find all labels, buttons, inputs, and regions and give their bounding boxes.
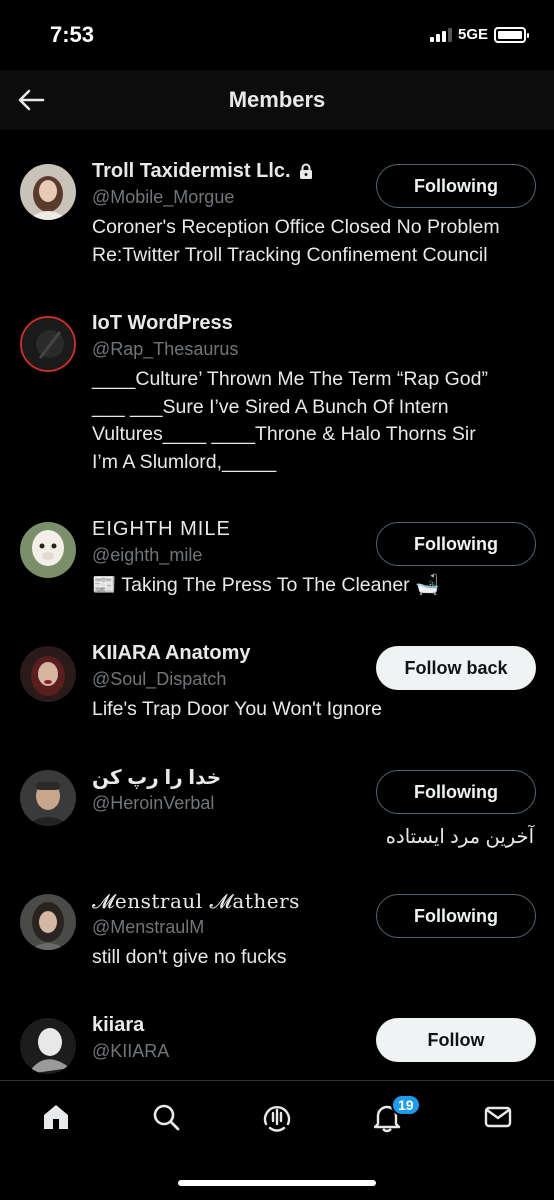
member-bio: 📰 Taking The Press To The Cleaner 🛁 (92, 574, 440, 596)
search-icon[interactable] (148, 1099, 184, 1135)
following-button[interactable]: Following (376, 164, 536, 208)
follow-back-button[interactable]: Follow back (376, 646, 536, 690)
member-bio: آخرین مرد ایستاده (385, 826, 534, 848)
avatar[interactable] (20, 894, 76, 950)
members-list: Troll Taxidermist Llc. @Mobile_Morgue Co… (0, 130, 554, 1080)
member-name[interactable]: IoT WordPress (92, 310, 536, 336)
status-bar: 7:53 5GE (0, 0, 554, 70)
network-type: 5GE (457, 26, 488, 43)
status-time: 7:53 (50, 22, 95, 47)
member-name[interactable]: خدا را رپ کن (92, 764, 221, 790)
spaces-icon[interactable] (259, 1099, 295, 1135)
signal-icon (429, 27, 452, 42)
avatar[interactable] (20, 522, 76, 578)
following-button[interactable]: Following (376, 770, 536, 814)
avatar[interactable] (20, 770, 76, 826)
messages-icon[interactable] (480, 1099, 516, 1135)
member-bio: still don't give no fucks (92, 946, 287, 968)
following-button[interactable]: Following (376, 894, 536, 938)
avatar[interactable] (20, 316, 76, 372)
member-bio: ____Culture’ Thrown Me The Term “Rap God… (92, 368, 488, 473)
home-indicator (178, 1180, 376, 1186)
lock-icon (299, 163, 312, 179)
following-button[interactable]: Following (376, 522, 536, 566)
member-bio: Coroner's Reception Office Closed No Pro… (92, 216, 500, 266)
avatar[interactable] (20, 646, 76, 702)
notifications-badge: 19 (391, 1094, 421, 1116)
header: Members (0, 70, 554, 130)
status-indicators: 5GE (429, 26, 529, 43)
follow-button[interactable]: Follow (376, 1018, 536, 1062)
avatar[interactable] (20, 164, 76, 220)
member-bio: Life's Trap Door You Won't Ignore (92, 698, 383, 720)
battery-icon (494, 26, 529, 43)
avatar[interactable] (20, 1018, 76, 1074)
member-handle: @Rap_Thesaurus (92, 339, 239, 359)
page-title: Members (228, 87, 326, 112)
home-icon[interactable] (38, 1099, 74, 1135)
